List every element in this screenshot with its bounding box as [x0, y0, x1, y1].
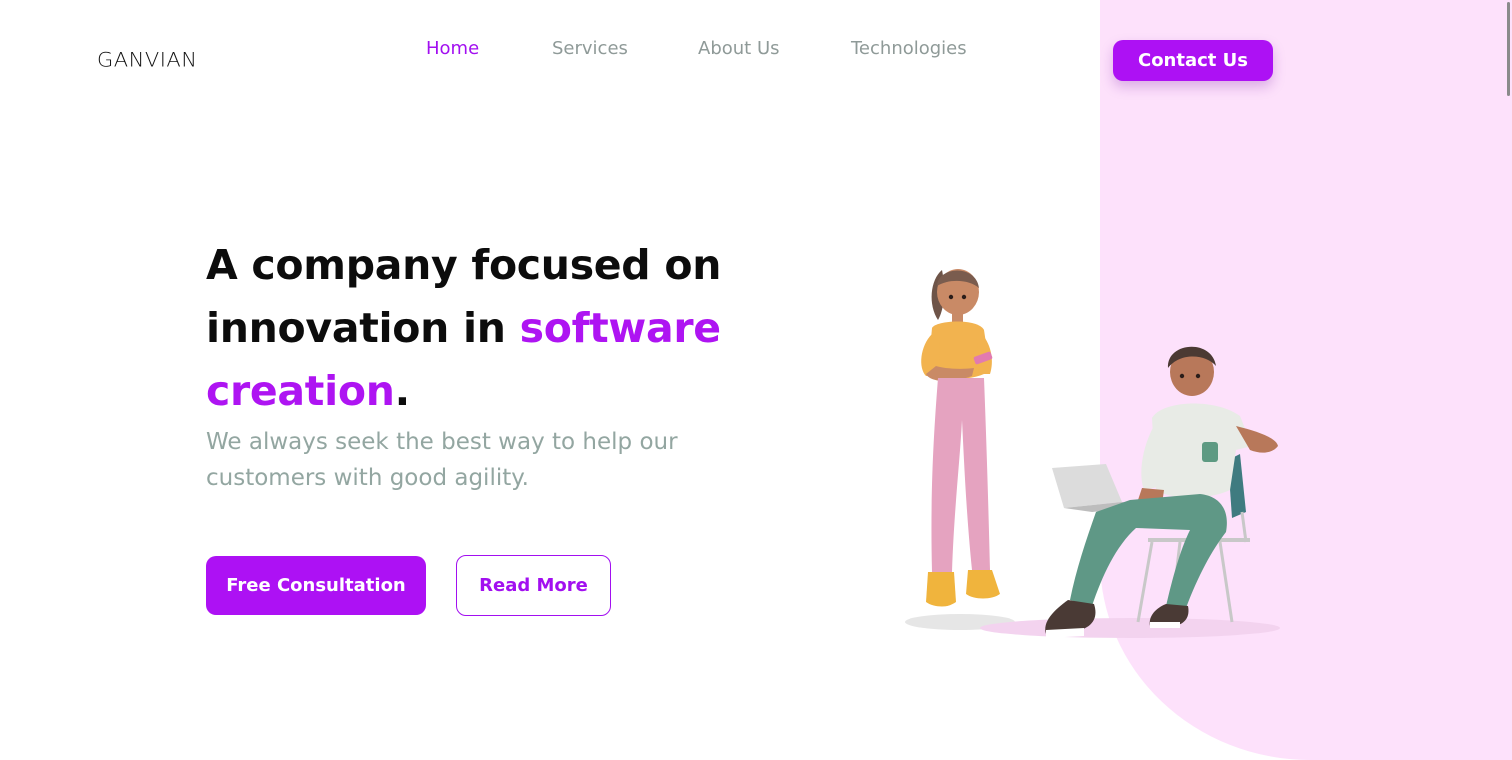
hero-title: A company focused on innovation in softw… [206, 234, 766, 423]
nav-about-us[interactable]: About Us [698, 38, 780, 59]
nav-home[interactable]: Home [426, 38, 479, 59]
landing-page: GANVIAN Home Services About Us Technolog… [0, 0, 1512, 760]
contact-us-button[interactable]: Contact Us [1113, 40, 1273, 81]
nav-services[interactable]: Services [552, 38, 628, 59]
scrollbar-thumb[interactable] [1507, 2, 1510, 96]
free-consultation-button[interactable]: Free Consultation [206, 556, 426, 615]
scrollbar[interactable] [1504, 0, 1512, 760]
hero-subtitle: We always seek the best way to help our … [206, 429, 678, 491]
read-more-button[interactable]: Read More [456, 555, 611, 616]
woman-figure [921, 269, 1000, 608]
man-shadow [980, 618, 1280, 638]
man-figure [1045, 346, 1278, 638]
logo[interactable]: GANVIAN [97, 49, 197, 72]
people-illustration [905, 269, 1280, 638]
hero-title-period: . [394, 367, 411, 415]
nav-technologies[interactable]: Technologies [851, 38, 967, 59]
